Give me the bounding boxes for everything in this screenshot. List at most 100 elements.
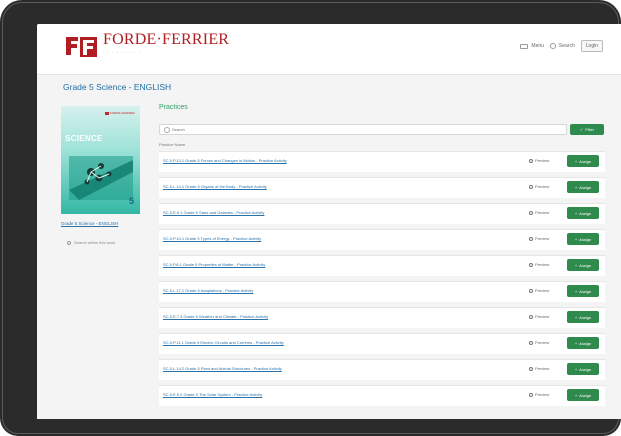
menu-icon [520,43,529,49]
preview-label: Preview [535,262,550,267]
assign-label: Assign [579,288,592,294]
assign-button[interactable]: + Assign [567,285,599,297]
practice-row: SC.5.E.5.1 Grade 5 Stars and Galaxies - … [159,203,605,224]
assign-label: Assign [579,392,592,398]
preview-label: Preview [535,236,550,241]
practice-link[interactable]: SC.5.L.14.2 Grade 5 Plant and Animal Str… [163,366,282,371]
preview-button[interactable]: Preview [529,184,549,189]
practice-row: SC.5.E.5.2 Grade 5 The Solar System - Pr… [159,385,605,406]
practice-link[interactable]: SC.5.P.8.1 Grade 5 Properties of Matter … [163,262,265,267]
practice-link[interactable]: SC.5.E.5.2 Grade 5 The Solar System - Pr… [163,392,262,397]
practice-link[interactable]: SC.5.E.5.1 Grade 5 Stars and Galaxies - … [163,210,264,215]
search-icon [529,210,533,215]
plus-icon: + [574,236,578,242]
preview-button[interactable]: Preview [529,288,549,293]
preview-button[interactable]: Preview [529,262,549,267]
preview-label: Preview [535,288,550,293]
menu-label: Menu [531,43,544,49]
plus-icon: + [574,262,578,268]
login-button[interactable]: Login [580,40,603,52]
practice-row: SC.5.E.7.3 Grade 5 Weather and Climate -… [159,307,605,328]
search-icon [529,262,533,267]
plus-icon: + [574,184,578,190]
assign-button[interactable]: + Assign [567,155,599,167]
practice-row: SC.5.P.13.1 Grade 5 Forces and Changes i… [159,151,605,172]
search-icon [529,366,533,371]
practice-link[interactable]: SC.5.P.11.1 Grade 5 Electric Circuits an… [163,340,284,345]
preview-label: Preview [535,366,550,371]
assign-button[interactable]: + Assign [567,259,599,271]
assign-button[interactable]: + Assign [567,233,599,245]
search-label: Search [558,43,575,49]
plus-icon: + [574,314,578,320]
preview-label: Preview [535,314,550,319]
book-search-link[interactable]: Search within this book [67,240,115,245]
filter-label: Filter [585,127,595,132]
plus-icon: + [574,366,578,372]
site-header: FORDE·FERRIER · · · · · · · · · Menu Sea… [37,24,621,75]
assign-label: Assign [579,210,592,216]
practice-link[interactable]: SC.5.L.14.1 Grade 5 Organs of the Body -… [163,184,267,189]
assign-button[interactable]: + Assign [567,389,599,401]
preview-button[interactable]: Preview [529,236,549,241]
search-icon [529,340,533,345]
plus-icon: + [574,210,578,216]
plus-icon: + [574,340,578,346]
search-icon [529,314,533,319]
plus-icon: + [574,288,578,294]
column-header-practice-name: Practice Name [159,142,186,147]
cover-title: SCIENCE [65,134,103,143]
preview-button[interactable]: Preview [529,314,549,319]
assign-button[interactable]: + Assign [567,311,599,323]
practice-link[interactable]: SC.5.P.10.1 Grade 5 Types of Energy - Pr… [163,236,261,241]
preview-button[interactable]: Preview [529,210,549,215]
practice-row: SC.5.L.14.1 Grade 5 Organs of the Body -… [159,177,605,198]
search-icon [164,127,170,133]
filter-button[interactable]: ✓ Filter [570,124,604,135]
preview-label: Preview [535,158,550,163]
assign-label: Assign [579,366,592,372]
molecule-illustration-icon [69,156,133,200]
assign-button[interactable]: + Assign [567,181,599,193]
book-cover-image[interactable]: FORDE·FERRIER SCIENCE 5 [61,106,140,214]
practice-link[interactable]: SC.5.E.7.3 Grade 5 Weather and Climate -… [163,314,268,319]
practices-heading: Practices [159,104,188,111]
top-navigation: Menu Search Login [520,40,603,52]
practice-row: SC.5.P.8.1 Grade 5 Properties of Matter … [159,255,605,276]
menu-link[interactable]: Menu [520,43,544,49]
cover-publisher: FORDE·FERRIER [105,111,135,115]
practice-search-field[interactable] [159,124,567,135]
assign-button[interactable]: + Assign [567,363,599,375]
preview-button[interactable]: Preview [529,340,549,345]
practice-link[interactable]: SC.5.L.17.1 Grade 5 Adaptations - Practi… [163,288,253,293]
assign-label: Assign [579,314,592,320]
search-link[interactable]: Search [549,43,575,49]
preview-label: Preview [535,184,550,189]
book-search-label: Search within this book [74,240,116,245]
site-logo[interactable]: FORDE·FERRIER · · · · · · · · · [65,32,229,58]
practice-row: SC.5.P.11.1 Grade 5 Electric Circuits an… [159,333,605,354]
practice-search-input[interactable] [172,125,552,134]
preview-button[interactable]: Preview [529,158,549,163]
tablet-frame: FORDE·FERRIER · · · · · · · · · Menu Sea… [0,0,621,436]
practice-link[interactable]: SC.5.P.13.1 Grade 5 Forces and Changes i… [163,158,287,163]
assign-button[interactable]: + Assign [567,207,599,219]
search-icon [529,236,533,241]
search-icon [67,240,71,245]
search-icon [529,288,533,293]
filter-icon: ✓ [579,127,584,132]
practice-row: SC.5.P.10.1 Grade 5 Types of Energy - Pr… [159,229,605,250]
logo-mark-icon [65,35,99,57]
practice-row: SC.5.L.14.2 Grade 5 Plant and Animal Str… [159,359,605,380]
practice-row: SC.5.L.17.1 Grade 5 Adaptations - Practi… [159,281,605,302]
search-icon [529,184,533,189]
assign-label: Assign [579,340,592,346]
assign-button[interactable]: + Assign [567,337,599,349]
book-title-link[interactable]: Grade 5 Science - ENGLISH [61,221,118,226]
plus-icon: + [574,392,578,398]
preview-button[interactable]: Preview [529,392,549,397]
preview-label: Preview [535,340,550,345]
plus-icon: + [574,158,578,164]
preview-button[interactable]: Preview [529,366,549,371]
assign-label: Assign [579,236,592,242]
